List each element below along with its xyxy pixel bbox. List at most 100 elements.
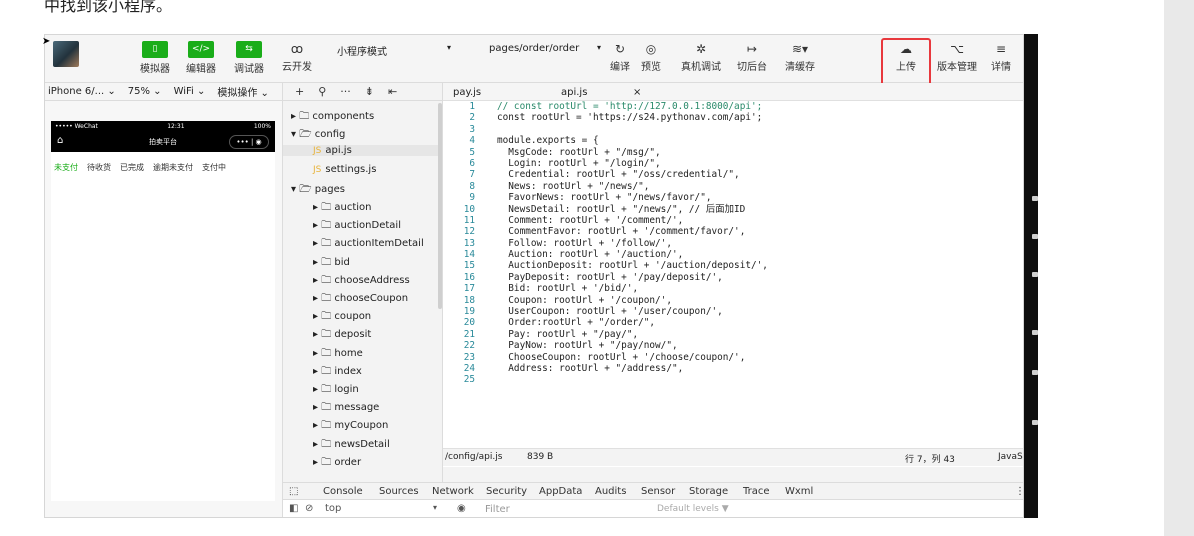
simulator-button[interactable]: ▯ 模拟器 (140, 41, 170, 75)
code-line[interactable]: 9 FavorNews: rootUrl + "/news/favor/", (443, 192, 1023, 203)
status-language[interactable]: JavaSc (998, 452, 1023, 462)
order-tab[interactable]: 逾期未支付 (153, 162, 193, 173)
folder-item[interactable]: ▸ 🗀 coupon (313, 309, 371, 326)
code-line[interactable]: 19 UserCoupon: rootUrl + '/user/coupon/'… (443, 306, 1023, 317)
device-select[interactable]: iPhone 6/... ⌄ (48, 86, 116, 97)
code-line[interactable]: 16 PayDeposit: rootUrl + '/pay/deposit/'… (443, 272, 1023, 283)
code-line[interactable]: 18 Coupon: rootUrl + '/coupon/', (443, 295, 1023, 306)
folder-item[interactable]: ▸ 🗀 chooseCoupon (313, 291, 408, 308)
mode-select[interactable]: 小程序模式 ▾ (337, 43, 451, 58)
code-line[interactable]: 5 MsgCode: rootUrl + "/msg/", (443, 147, 1023, 158)
code-line[interactable]: 14 Auction: rootUrl + '/auction/', (443, 249, 1023, 260)
folder-item[interactable]: ▾ 🗁 pages (291, 182, 345, 199)
code-editor[interactable]: pay.js api.js × 1// const rootUrl = 'htt… (443, 83, 1023, 467)
status-position[interactable]: 行 7，列 43 (905, 452, 955, 465)
debugger-button[interactable]: ⇆ 调试器 (234, 41, 264, 75)
file-tree-scrollbar[interactable] (438, 103, 442, 309)
context-select[interactable]: top (325, 503, 341, 514)
code-line[interactable]: 12 CommentFavor: rootUrl + '/comment/fav… (443, 226, 1023, 237)
sort-icon[interactable]: ⇟ (365, 85, 374, 98)
upload-button[interactable]: ☁ 上传 (896, 41, 916, 73)
zoom-select[interactable]: 75% ⌄ (128, 86, 162, 97)
code-line[interactable]: 4 module.exports = { (443, 135, 1023, 146)
levels-select[interactable]: Default levels ▼ (657, 504, 729, 514)
code-line[interactable]: 1// const rootUrl = 'http://127.0.0.1:80… (443, 101, 1023, 112)
eye-icon[interactable]: ◉ (457, 503, 466, 514)
tab-audits[interactable]: Audits (595, 486, 626, 497)
tab-security[interactable]: Security (486, 486, 527, 497)
avatar[interactable] (53, 41, 79, 67)
folder-item[interactable]: ▸ 🗀 auctionItemDetail (313, 236, 424, 253)
folder-item[interactable]: ▸ 🗀 deposit (313, 327, 371, 344)
order-tab[interactable]: 已完成 (120, 162, 144, 173)
tab-network[interactable]: Network (432, 486, 474, 497)
order-tab[interactable]: 未支付 (54, 162, 78, 173)
code-line[interactable]: 20 Order:rootUrl + "/order/", (443, 317, 1023, 328)
filter-input[interactable]: Filter (485, 504, 510, 515)
code-line[interactable]: 17 Bid: rootUrl + '/bid/', (443, 283, 1023, 294)
folder-item[interactable]: ▸ 🗀 myCoupon (313, 418, 388, 435)
code-line[interactable]: 13 Follow: rootUrl + '/follow/', (443, 238, 1023, 249)
clear-console-icon[interactable]: ⊘ (305, 503, 313, 514)
folder-item[interactable]: ▸ 🗀 newsDetail (313, 437, 390, 454)
file-item[interactable]: JS settings.js (313, 164, 376, 175)
folder-item[interactable]: ▸ 🗀 chooseAddress (313, 273, 410, 290)
order-tab[interactable]: 支付中 (202, 162, 226, 173)
code-line[interactable]: 15 AuctionDeposit: rootUrl + '/auction/d… (443, 260, 1023, 271)
page-select[interactable]: pages/order/order ▾ (489, 43, 601, 54)
code-line[interactable]: 7 Credential: rootUrl + "/oss/credential… (443, 169, 1023, 180)
ops-select[interactable]: 模拟操作 ⌄ (217, 84, 269, 99)
folder-item[interactable]: ▸ 🗀 bid (313, 255, 350, 272)
code-line[interactable]: 3 (443, 124, 1023, 135)
code-line[interactable]: 25 (443, 374, 1023, 385)
tab-sensor[interactable]: Sensor (641, 486, 675, 497)
tab-storage[interactable]: Storage (689, 486, 728, 497)
tab-api-js[interactable]: api.js (561, 87, 587, 98)
order-tab[interactable]: 待收货 (87, 162, 111, 173)
tab-console[interactable]: Console (323, 486, 363, 497)
network-select[interactable]: WiFi ⌄ (174, 86, 206, 97)
close-tab-icon[interactable]: × (633, 87, 641, 98)
tab-appdata[interactable]: AppData (539, 486, 582, 497)
real-debug-button[interactable]: ✲ 真机调试 (681, 41, 721, 73)
code-line[interactable]: 10 NewsDetail: rootUrl + "/news/", // 后面… (443, 204, 1023, 215)
code-line[interactable]: 21 Pay: rootUrl + "/pay/", (443, 329, 1023, 340)
more-vert-icon[interactable]: ⋮ (1015, 486, 1023, 497)
search-icon[interactable]: ⚲ (318, 85, 326, 98)
code-line[interactable]: 23 ChooseCoupon: rootUrl + '/choose/coup… (443, 352, 1023, 363)
folder-item[interactable]: ▸ 🗀 message (313, 400, 379, 417)
compile-button[interactable]: ↻ 编译 (610, 41, 630, 73)
sidebar-toggle-icon[interactable]: ◧ (289, 503, 298, 514)
folder-item[interactable]: ▸ 🗀 order (313, 455, 361, 472)
code-line[interactable]: 22 PayNow: rootUrl + "/pay/now/", (443, 340, 1023, 351)
folder-item[interactable]: ▸ 🗀 components (291, 109, 374, 126)
add-icon[interactable]: + (295, 85, 304, 98)
tab-pay-js[interactable]: pay.js (453, 87, 481, 98)
editor-button[interactable]: </> 编辑器 (186, 41, 216, 75)
file-item[interactable]: JS api.js (283, 145, 438, 157)
clear-cache-button[interactable]: ≋▾ 清缓存 (785, 41, 815, 73)
capsule-menu[interactable]: ••• | ◉ (229, 135, 269, 149)
collapse-icon[interactable]: ⇤ (388, 85, 397, 98)
tab-sources[interactable]: Sources (379, 486, 419, 497)
folder-item[interactable]: ▾ 🗁 config (291, 127, 345, 144)
folder-item[interactable]: ▸ 🗀 index (313, 364, 362, 381)
code-line[interactable]: 6 Login: rootUrl + "/login/", (443, 158, 1023, 169)
folder-item[interactable]: ▸ 🗀 auctionDetail (313, 218, 401, 235)
tab-trace[interactable]: Trace (743, 486, 770, 497)
version-button[interactable]: ⌥ 版本管理 (937, 41, 977, 73)
tab-wxml[interactable]: Wxml (785, 486, 813, 497)
cloud-button[interactable]: ꝏ 云开发 (282, 41, 312, 73)
preview-button[interactable]: ◎ 预览 (641, 41, 661, 73)
folder-item[interactable]: ▸ 🗀 home (313, 346, 363, 363)
folder-item[interactable]: ▸ 🗀 auction (313, 200, 372, 217)
code-line[interactable]: 11 Comment: rootUrl + '/comment/', (443, 215, 1023, 226)
more-icon[interactable]: ··· (340, 85, 351, 98)
inspect-icon[interactable]: ⬚ (289, 486, 298, 497)
code-area[interactable]: 1// const rootUrl = 'http://127.0.0.1:80… (443, 101, 1023, 386)
code-line[interactable]: 24 Address: rootUrl + "/address/", (443, 363, 1023, 374)
code-line[interactable]: 8 News: rootUrl + "/news/", (443, 181, 1023, 192)
details-button[interactable]: ≡ 详情 (991, 41, 1011, 73)
background-button[interactable]: ↦ 切后台 (737, 41, 767, 73)
folder-item[interactable]: ▸ 🗀 login (313, 382, 359, 399)
